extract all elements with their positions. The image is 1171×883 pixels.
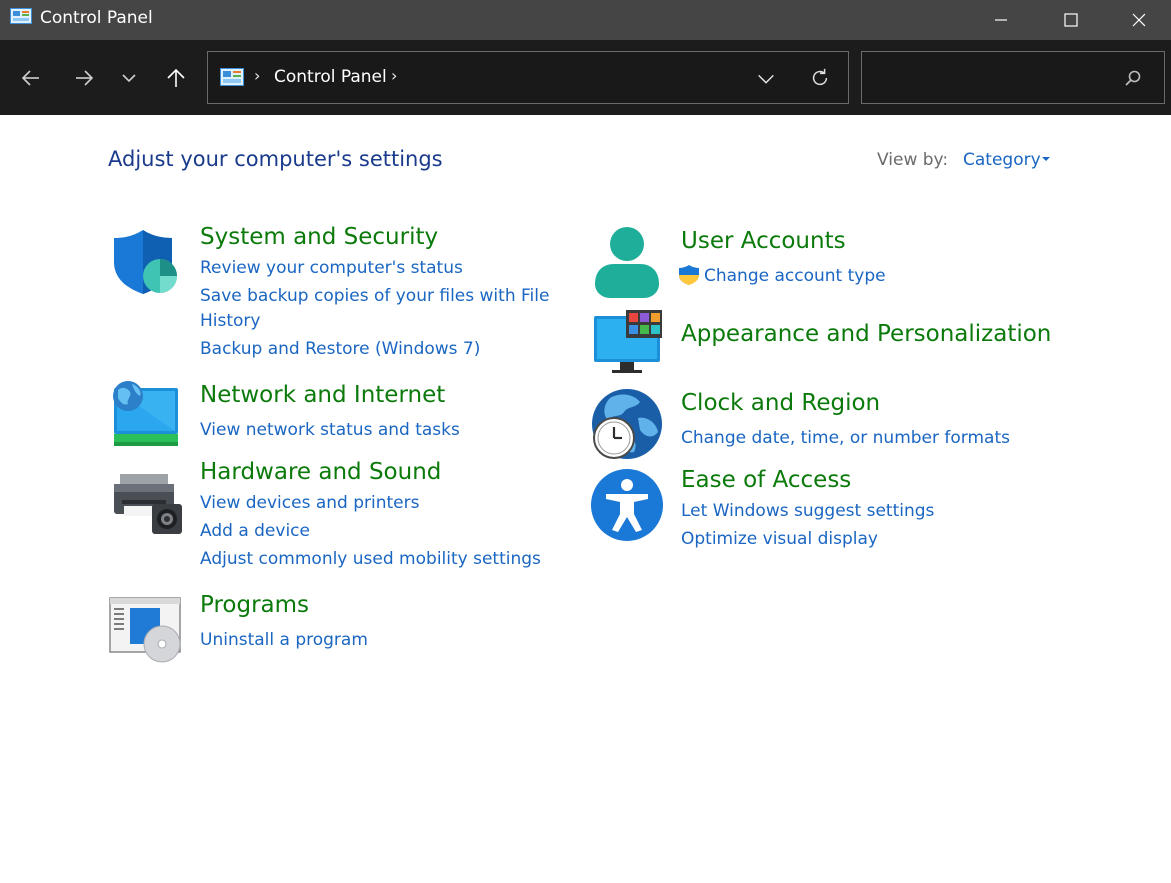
shield-icon[interactable]	[108, 226, 182, 300]
close-button[interactable]	[1106, 0, 1171, 40]
minimize-icon	[995, 19, 1007, 21]
page-title: Adjust your computer's settings	[108, 147, 443, 171]
user-icon[interactable]	[590, 224, 664, 298]
search-box[interactable]	[861, 51, 1165, 104]
chevron-down-icon	[122, 74, 136, 83]
link-backup-restore[interactable]: Backup and Restore (Windows 7)	[200, 339, 480, 359]
up-button[interactable]	[160, 62, 192, 94]
monitor-icon[interactable]	[590, 308, 664, 382]
view-by-dropdown[interactable]: Category	[963, 150, 1041, 170]
forward-button[interactable]	[68, 62, 100, 94]
link-add-device[interactable]: Add a device	[200, 521, 310, 541]
control-panel-icon	[220, 68, 244, 86]
minimize-button[interactable]	[966, 0, 1036, 40]
category-network-internet[interactable]: Network and Internet	[200, 382, 445, 408]
arrow-left-icon	[21, 70, 39, 86]
refresh-button[interactable]	[808, 66, 832, 90]
link-uninstall-program[interactable]: Uninstall a program	[200, 630, 368, 650]
link-network-status[interactable]: View network status and tasks	[200, 420, 460, 440]
control-panel-icon	[10, 8, 32, 24]
category-clock-region[interactable]: Clock and Region	[681, 390, 880, 416]
link-file-history[interactable]: History	[200, 311, 260, 331]
uac-shield-icon	[679, 265, 699, 285]
link-change-account-type[interactable]: Change account type	[704, 266, 886, 286]
link-mobility-settings[interactable]: Adjust commonly used mobility settings	[200, 549, 541, 569]
search-input[interactable]	[870, 60, 1120, 96]
category-appearance[interactable]: Appearance and Personalization	[681, 321, 1051, 347]
link-review-status[interactable]: Review your computer's status	[200, 258, 463, 278]
category-user-accounts[interactable]: User Accounts	[681, 228, 846, 254]
category-programs[interactable]: Programs	[200, 592, 309, 618]
view-by-label: View by:	[877, 150, 949, 170]
category-ease-of-access[interactable]: Ease of Access	[681, 467, 851, 493]
accessibility-icon[interactable]	[590, 468, 664, 542]
clock-globe-icon[interactable]	[590, 388, 664, 462]
title-bar: Control Panel	[0, 0, 1171, 40]
link-file-history[interactable]: Save backup copies of your files with Fi…	[200, 286, 549, 306]
chevron-down-icon	[758, 74, 774, 84]
arrow-up-icon	[167, 68, 185, 87]
window-title: Control Panel	[40, 8, 153, 28]
link-devices-printers[interactable]: View devices and printers	[200, 493, 419, 513]
arrow-right-icon	[76, 70, 94, 86]
recent-locations-button[interactable]	[113, 62, 145, 94]
link-suggest-settings[interactable]: Let Windows suggest settings	[681, 501, 934, 521]
close-icon	[1132, 13, 1145, 27]
search-icon[interactable]	[1124, 69, 1142, 87]
breadcrumb-separator[interactable]: ›	[391, 66, 397, 85]
category-system-security[interactable]: System and Security	[200, 224, 438, 250]
navigation-bar: › Control Panel ›	[0, 40, 1171, 115]
category-hardware-sound[interactable]: Hardware and Sound	[200, 459, 441, 485]
network-globe-icon[interactable]	[108, 378, 182, 452]
printer-icon[interactable]	[108, 470, 182, 544]
programs-icon[interactable]	[108, 596, 182, 670]
caret-down-icon[interactable]	[1042, 157, 1050, 161]
maximize-icon	[1064, 13, 1078, 27]
refresh-icon	[812, 68, 828, 86]
link-optimize-display[interactable]: Optimize visual display	[681, 529, 878, 549]
link-date-time-formats[interactable]: Change date, time, or number formats	[681, 428, 1010, 448]
back-button[interactable]	[15, 62, 47, 94]
breadcrumb-separator[interactable]: ›	[254, 66, 260, 85]
breadcrumb-control-panel[interactable]: Control Panel	[274, 67, 387, 87]
maximize-button[interactable]	[1036, 0, 1106, 40]
address-dropdown-button[interactable]	[754, 67, 778, 91]
address-bar[interactable]: › Control Panel ›	[207, 51, 849, 104]
